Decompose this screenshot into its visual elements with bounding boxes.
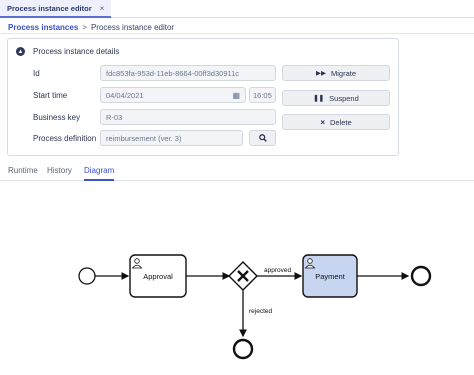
task-approval[interactable]: Approval: [129, 254, 187, 298]
business-key-label: Business key: [33, 113, 81, 122]
start-time-label: Start time: [33, 91, 68, 100]
flow-approved-label: approved: [264, 267, 291, 274]
task-payment-label: Payment: [315, 272, 346, 281]
breadcrumb-divider: [0, 33, 474, 34]
editor-tab-strip: Process instance editor ×: [0, 0, 474, 18]
tab-runtime[interactable]: Runtime: [8, 166, 38, 181]
instance-subtabs: Runtime History Diagram: [0, 164, 474, 181]
tab-history[interactable]: History: [47, 166, 72, 181]
flow-rejected-label: rejected: [249, 308, 273, 315]
end-event-payment[interactable]: [410, 265, 432, 287]
delete-label: Delete: [329, 117, 352, 127]
tab-process-instance-editor[interactable]: Process instance editor ×: [0, 0, 112, 18]
tab-label: Process instance editor: [7, 3, 92, 13]
details-header[interactable]: ▲ Process instance details: [16, 47, 119, 56]
task-approval-label: Approval: [143, 272, 173, 281]
suspend-label: Suspend: [329, 93, 359, 103]
business-key-field[interactable]: R-03: [100, 109, 276, 125]
migrate-label: Migrate: [330, 68, 356, 78]
start-date-field[interactable]: 04/04/2021 ▦: [100, 87, 246, 103]
start-time-field[interactable]: 16:05: [249, 87, 276, 103]
breadcrumb-current: Process instance editor: [90, 23, 175, 32]
calendar-icon[interactable]: ▦: [232, 91, 240, 100]
exclusive-gateway[interactable]: [228, 261, 258, 291]
details-title: Process instance details: [33, 47, 120, 56]
id-field[interactable]: fdc853fa-953d-11eb-8664-00ff3d30911c: [100, 65, 276, 81]
start-date-value: 04/04/2021: [106, 90, 144, 100]
open-process-definition-button[interactable]: [249, 130, 276, 146]
delete-button[interactable]: × Delete: [282, 114, 390, 130]
fast-forward-icon: ▶▶: [315, 70, 326, 77]
breadcrumb-process-instances-link[interactable]: Process instances: [8, 23, 78, 32]
process-definition-field[interactable]: reimbursement (ver. 3): [100, 130, 243, 146]
task-payment[interactable]: Payment: [302, 254, 358, 298]
pause-icon: ❚❚: [313, 95, 325, 102]
id-label: Id: [33, 69, 40, 78]
bpmn-diagram: Approval approved rejected Payment: [78, 254, 432, 360]
breadcrumb: Process instances > Process instance edi…: [8, 23, 174, 32]
chevron-up-icon[interactable]: ▲: [16, 47, 25, 56]
tab-diagram[interactable]: Diagram: [84, 166, 115, 181]
process-definition-label: Process definition: [33, 134, 97, 143]
process-instance-details-card: ▲ Process instance details Id fdc853fa-9…: [7, 38, 399, 156]
end-event-rejected[interactable]: [232, 338, 254, 360]
breadcrumb-separator: >: [82, 23, 87, 32]
close-tab-icon[interactable]: ×: [100, 4, 105, 13]
close-icon: ×: [320, 117, 325, 127]
search-icon: [258, 134, 267, 142]
start-event[interactable]: [78, 267, 96, 285]
migrate-button[interactable]: ▶▶ Migrate: [282, 65, 390, 81]
suspend-button[interactable]: ❚❚ Suspend: [282, 90, 390, 106]
